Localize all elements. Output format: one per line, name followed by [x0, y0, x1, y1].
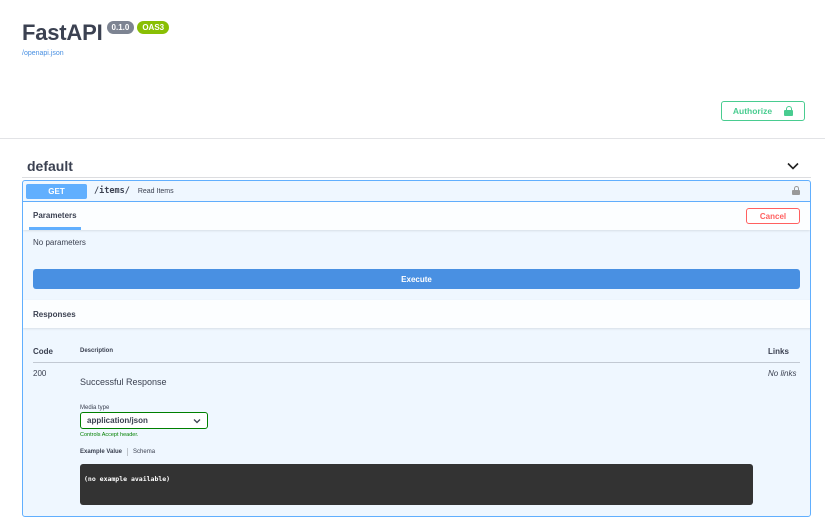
authorize-label: Authorize	[732, 106, 773, 116]
operation-summary-text: Read Items	[137, 187, 174, 195]
operation-summary[interactable]: GET /items/ Read Items	[23, 181, 810, 202]
cancel-button[interactable]: Cancel	[746, 208, 800, 224]
tag-divider	[22, 177, 811, 178]
version-badge: 0.1.0	[106, 20, 135, 34]
controls-accept-note: Controls Accept header.	[80, 432, 139, 438]
api-title: FastAPI	[22, 20, 103, 45]
method-badge: GET	[26, 183, 87, 199]
authorize-button[interactable]: Authorize	[721, 101, 805, 121]
example-tabs: Example Value Schema	[80, 448, 155, 456]
example-value-box: (no example available)	[80, 464, 753, 505]
lock-icon	[784, 106, 794, 116]
tab-example-value[interactable]: Example Value	[80, 449, 122, 455]
table-header-divider	[33, 362, 800, 363]
operation-get-items: GET /items/ Read Items Parameters Cancel…	[22, 180, 811, 517]
lock-icon[interactable]	[792, 186, 800, 195]
media-type-select[interactable]: application/json	[80, 412, 208, 429]
chevron-down-icon	[193, 418, 201, 423]
responses-title: Responses	[33, 310, 76, 319]
oas-badge: OAS3	[137, 20, 170, 34]
parameters-header: Parameters Cancel	[23, 202, 810, 230]
tab-separator	[127, 448, 129, 456]
media-type-label: Media type	[80, 405, 110, 411]
execute-button[interactable]: Execute	[33, 269, 800, 289]
tab-active-indicator	[29, 227, 81, 230]
tab-schema[interactable]: Schema	[133, 449, 155, 455]
response-description: Successful Response	[80, 377, 167, 387]
chevron-down-icon[interactable]	[786, 159, 800, 173]
response-code: 200	[33, 369, 47, 378]
openapi-json-link[interactable]: /openapi.json	[22, 50, 169, 57]
no-parameters-text: No parameters	[33, 238, 86, 247]
api-info: FastAPI 0.1.0 OAS3 /openapi.json	[22, 20, 170, 57]
header-divider	[0, 138, 825, 139]
column-header-description: Description	[80, 348, 114, 354]
operation-path: /items/	[94, 186, 130, 196]
response-links: No links	[768, 369, 797, 378]
example-value-text: (no example available)	[84, 475, 171, 483]
title-row: FastAPI 0.1.0 OAS3	[22, 20, 170, 46]
tab-parameters[interactable]: Parameters	[33, 211, 77, 220]
tag-name: default	[27, 158, 73, 174]
column-header-links: Links	[768, 347, 789, 356]
column-header-code: Code	[33, 347, 53, 356]
media-type-value: application/json	[87, 416, 148, 425]
tag-header-default[interactable]: default	[27, 155, 800, 177]
responses-header: Responses	[23, 300, 810, 328]
